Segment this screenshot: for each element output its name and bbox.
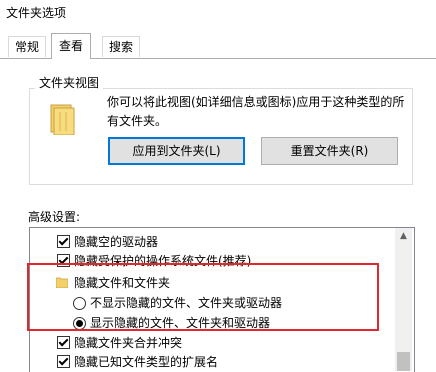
tab-general[interactable]: 常规 xyxy=(8,36,47,57)
scroll-up-arrow-icon[interactable]: ▲ xyxy=(395,228,412,245)
list-item-label: 隐藏空的驱动器 xyxy=(74,235,159,249)
advanced-settings-label: 高级设置: xyxy=(28,210,81,224)
scroll-thumb[interactable] xyxy=(397,352,410,371)
folder-views-title: 文件夹视图 xyxy=(35,74,104,91)
tab-strip: 常规 查看 搜索 xyxy=(0,28,436,59)
highlight-box xyxy=(27,263,379,331)
tab-search[interactable]: 搜索 xyxy=(102,36,141,57)
checkbox-checked[interactable] xyxy=(57,235,70,248)
window-title: 文件夹选项 xyxy=(6,6,67,20)
folder-views-icon xyxy=(49,103,77,136)
checkbox-checked[interactable] xyxy=(57,336,70,349)
folder-views-description: 你可以将此视图(如详细信息或图标)应用于这种类型的所有文件夹。 xyxy=(107,95,405,128)
list-item-label: 隐藏文件夹合并冲突 xyxy=(74,336,183,350)
list-scrollbar[interactable]: ▲ xyxy=(395,228,412,371)
apply-to-folders-button[interactable]: 应用到文件夹(L) xyxy=(108,137,245,165)
tab-view[interactable]: 查看 xyxy=(51,33,91,59)
list-item-label: 隐藏已知文件类型的扩展名 xyxy=(74,355,219,369)
reset-folders-button[interactable]: 重置文件夹(R) xyxy=(261,137,398,165)
title-bar: 文件夹选项 xyxy=(0,0,436,28)
checkbox-checked[interactable] xyxy=(57,355,70,368)
